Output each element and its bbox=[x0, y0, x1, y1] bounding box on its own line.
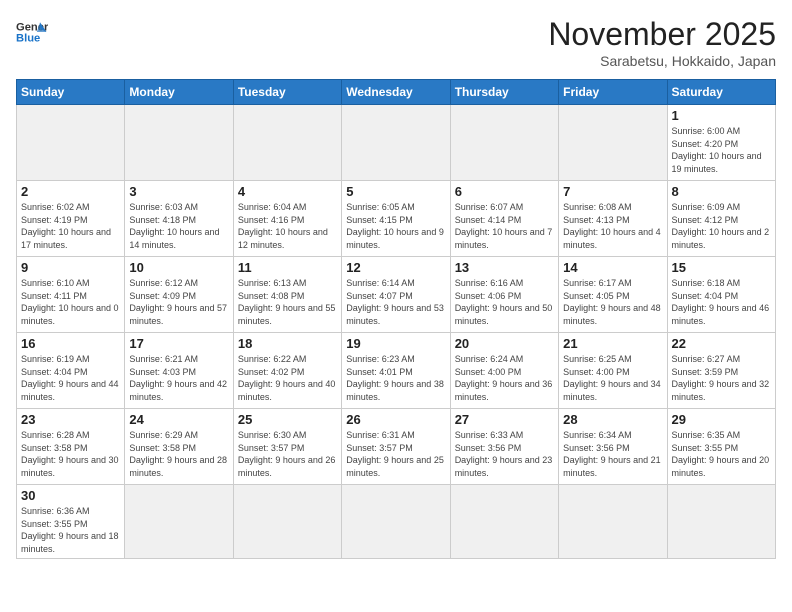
day-27: 27 Sunrise: 6:33 AMSunset: 3:56 PMDaylig… bbox=[450, 409, 558, 485]
svg-text:Blue: Blue bbox=[16, 33, 40, 45]
day-24: 24 Sunrise: 6:29 AMSunset: 3:58 PMDaylig… bbox=[125, 409, 233, 485]
logo-icon: General Blue bbox=[16, 16, 48, 48]
header-monday: Monday bbox=[125, 80, 233, 105]
empty-cell bbox=[450, 105, 558, 181]
table-row: 1 Sunrise: 6:00 AMSunset: 4:20 PMDayligh… bbox=[17, 105, 776, 181]
day-number: 1 bbox=[672, 108, 771, 123]
day-11: 11 Sunrise: 6:13 AMSunset: 4:08 PMDaylig… bbox=[233, 257, 341, 333]
table-row: 9 Sunrise: 6:10 AMSunset: 4:11 PMDayligh… bbox=[17, 257, 776, 333]
day-4: 4 Sunrise: 6:04 AMSunset: 4:16 PMDayligh… bbox=[233, 181, 341, 257]
day-3: 3 Sunrise: 6:03 AMSunset: 4:18 PMDayligh… bbox=[125, 181, 233, 257]
day-25: 25 Sunrise: 6:30 AMSunset: 3:57 PMDaylig… bbox=[233, 409, 341, 485]
calendar-table: Sunday Monday Tuesday Wednesday Thursday… bbox=[16, 79, 776, 559]
day-1: 1 Sunrise: 6:00 AMSunset: 4:20 PMDayligh… bbox=[667, 105, 775, 181]
empty-cell bbox=[233, 485, 341, 559]
title-block: November 2025 Sarabetsu, Hokkaido, Japan bbox=[548, 16, 776, 69]
header-wednesday: Wednesday bbox=[342, 80, 450, 105]
empty-cell bbox=[342, 105, 450, 181]
day-15: 15 Sunrise: 6:18 AMSunset: 4:04 PMDaylig… bbox=[667, 257, 775, 333]
day-20: 20 Sunrise: 6:24 AMSunset: 4:00 PMDaylig… bbox=[450, 333, 558, 409]
header-thursday: Thursday bbox=[450, 80, 558, 105]
empty-cell bbox=[233, 105, 341, 181]
day-26: 26 Sunrise: 6:31 AMSunset: 3:57 PMDaylig… bbox=[342, 409, 450, 485]
day-2: 2 Sunrise: 6:02 AMSunset: 4:19 PMDayligh… bbox=[17, 181, 125, 257]
empty-cell bbox=[450, 485, 558, 559]
header-sunday: Sunday bbox=[17, 80, 125, 105]
day-18: 18 Sunrise: 6:22 AMSunset: 4:02 PMDaylig… bbox=[233, 333, 341, 409]
day-28: 28 Sunrise: 6:34 AMSunset: 3:56 PMDaylig… bbox=[559, 409, 667, 485]
day-8: 8 Sunrise: 6:09 AMSunset: 4:12 PMDayligh… bbox=[667, 181, 775, 257]
day-9: 9 Sunrise: 6:10 AMSunset: 4:11 PMDayligh… bbox=[17, 257, 125, 333]
empty-cell bbox=[559, 485, 667, 559]
day-7: 7 Sunrise: 6:08 AMSunset: 4:13 PMDayligh… bbox=[559, 181, 667, 257]
empty-cell bbox=[667, 485, 775, 559]
header-saturday: Saturday bbox=[667, 80, 775, 105]
empty-cell bbox=[342, 485, 450, 559]
day-info: Sunrise: 6:00 AMSunset: 4:20 PMDaylight:… bbox=[672, 125, 771, 175]
header-friday: Friday bbox=[559, 80, 667, 105]
day-19: 19 Sunrise: 6:23 AMSunset: 4:01 PMDaylig… bbox=[342, 333, 450, 409]
day-10: 10 Sunrise: 6:12 AMSunset: 4:09 PMDaylig… bbox=[125, 257, 233, 333]
table-row: 2 Sunrise: 6:02 AMSunset: 4:19 PMDayligh… bbox=[17, 181, 776, 257]
day-14: 14 Sunrise: 6:17 AMSunset: 4:05 PMDaylig… bbox=[559, 257, 667, 333]
day-23: 23 Sunrise: 6:28 AMSunset: 3:58 PMDaylig… bbox=[17, 409, 125, 485]
table-row: 23 Sunrise: 6:28 AMSunset: 3:58 PMDaylig… bbox=[17, 409, 776, 485]
day-21: 21 Sunrise: 6:25 AMSunset: 4:00 PMDaylig… bbox=[559, 333, 667, 409]
day-16: 16 Sunrise: 6:19 AMSunset: 4:04 PMDaylig… bbox=[17, 333, 125, 409]
day-5: 5 Sunrise: 6:05 AMSunset: 4:15 PMDayligh… bbox=[342, 181, 450, 257]
table-row: 16 Sunrise: 6:19 AMSunset: 4:04 PMDaylig… bbox=[17, 333, 776, 409]
page-header: General Blue November 2025 Sarabetsu, Ho… bbox=[16, 16, 776, 69]
location: Sarabetsu, Hokkaido, Japan bbox=[548, 53, 776, 69]
day-17: 17 Sunrise: 6:21 AMSunset: 4:03 PMDaylig… bbox=[125, 333, 233, 409]
empty-cell bbox=[125, 105, 233, 181]
day-6: 6 Sunrise: 6:07 AMSunset: 4:14 PMDayligh… bbox=[450, 181, 558, 257]
day-13: 13 Sunrise: 6:16 AMSunset: 4:06 PMDaylig… bbox=[450, 257, 558, 333]
day-29: 29 Sunrise: 6:35 AMSunset: 3:55 PMDaylig… bbox=[667, 409, 775, 485]
month-title: November 2025 bbox=[548, 16, 776, 53]
empty-cell bbox=[17, 105, 125, 181]
weekday-header-row: Sunday Monday Tuesday Wednesday Thursday… bbox=[17, 80, 776, 105]
logo: General Blue bbox=[16, 16, 48, 48]
calendar-page: General Blue November 2025 Sarabetsu, Ho… bbox=[0, 0, 792, 612]
empty-cell bbox=[559, 105, 667, 181]
day-12: 12 Sunrise: 6:14 AMSunset: 4:07 PMDaylig… bbox=[342, 257, 450, 333]
table-row: 30 Sunrise: 6:36 AMSunset: 3:55 PMDaylig… bbox=[17, 485, 776, 559]
empty-cell bbox=[125, 485, 233, 559]
day-30: 30 Sunrise: 6:36 AMSunset: 3:55 PMDaylig… bbox=[17, 485, 125, 559]
day-22: 22 Sunrise: 6:27 AMSunset: 3:59 PMDaylig… bbox=[667, 333, 775, 409]
header-tuesday: Tuesday bbox=[233, 80, 341, 105]
